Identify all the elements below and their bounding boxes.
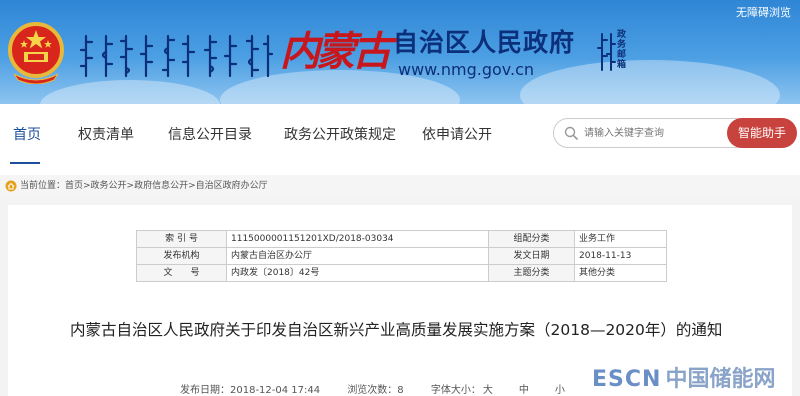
meta-label: 索 引 号 xyxy=(136,230,227,248)
search-icon xyxy=(564,126,578,140)
meta-label: 主题分类 xyxy=(488,264,575,282)
meta-label: 组配分类 xyxy=(488,230,575,248)
site-header: 内蒙古 自治区人民政府 www.nmg.gov.cn 政务邮箱 无障碍浏览 xyxy=(0,0,800,104)
watermark-brand: ESCN xyxy=(592,367,662,392)
meta-label: 发布机构 xyxy=(136,247,227,265)
meta-value: 业务工作 xyxy=(574,230,667,248)
nav-item-power-list[interactable]: 权责清单 xyxy=(78,126,134,144)
table-row: 索 引 号 11150000011512​01XD/2018-03034 组配分… xyxy=(136,230,667,248)
font-size-label: 字体大小： xyxy=(430,385,481,396)
header-cloud xyxy=(40,80,220,104)
document-title: 内蒙古自治区人民政府关于印发自治区新兴产业高质量发展实施方案（2018—2020… xyxy=(70,321,723,339)
table-row: 文 号 内政发〔2018〕42号 主题分类 其他分类 xyxy=(136,264,667,282)
header-cloud xyxy=(520,60,780,104)
document-meta-table: 索 引 号 11150000011512​01XD/2018-03034 组配分… xyxy=(136,230,667,282)
active-tab-underline xyxy=(10,162,40,164)
smart-assistant-button[interactable]: 智能助手 xyxy=(727,118,797,148)
nav-item-apply-disclosure[interactable]: 依申请公开 xyxy=(422,126,492,144)
government-mailbox-label[interactable]: 政务邮箱 xyxy=(617,30,629,70)
font-size-medium-button[interactable]: 中 xyxy=(519,385,529,396)
meta-value: 内政发〔2018〕42号 xyxy=(226,264,489,282)
publish-date: 发布日期：2018-12-04 17:44 xyxy=(180,385,321,396)
meta-value: 内蒙古自治区办公厅 xyxy=(226,247,489,265)
meta-value: 其他分类 xyxy=(574,264,667,282)
nmg-calligraphy-logo: 内蒙古 xyxy=(280,28,392,75)
site-url: www.nmg.gov.cn xyxy=(398,60,535,79)
table-row: 发布机构 内蒙古自治区办公厅 发文日期 2018-11-13 xyxy=(136,247,667,265)
meta-value: 11150000011512​01XD/2018-03034 xyxy=(226,230,489,248)
view-count: 浏览次数：8 xyxy=(347,385,404,396)
nav-item-info-catalog[interactable]: 信息公开目录 xyxy=(168,126,252,144)
breadcrumb[interactable]: 当前位置：首页>政务公开>政府信息公开>自治区政府办公厅 xyxy=(20,180,268,192)
accessibility-link[interactable]: 无障碍浏览 xyxy=(736,6,791,20)
national-emblem-icon xyxy=(8,22,64,84)
home-icon xyxy=(5,180,17,192)
mongolian-side-script xyxy=(597,33,616,71)
document-info-bar: 发布日期：2018-12-04 17:44 浏览次数：8 字体大小：大 中 小 xyxy=(180,385,589,396)
font-size-small-button[interactable]: 小 xyxy=(555,385,565,396)
nav-item-policy-rules[interactable]: 政务公开政策规定 xyxy=(284,126,396,144)
meta-label: 文 号 xyxy=(136,264,227,282)
search-input[interactable] xyxy=(584,124,724,142)
site-title: 自治区人民政府 xyxy=(393,28,576,57)
mongolian-script-title xyxy=(79,34,274,78)
nav-item-home[interactable]: 首页 xyxy=(13,126,41,144)
escn-watermark: ESCN 中国储能网 xyxy=(592,366,775,394)
watermark-name: 中国储能网 xyxy=(665,367,776,392)
font-size-large-button[interactable]: 大 xyxy=(483,385,493,396)
meta-value: 2018-11-13 xyxy=(574,247,667,265)
meta-label: 发文日期 xyxy=(488,247,575,265)
